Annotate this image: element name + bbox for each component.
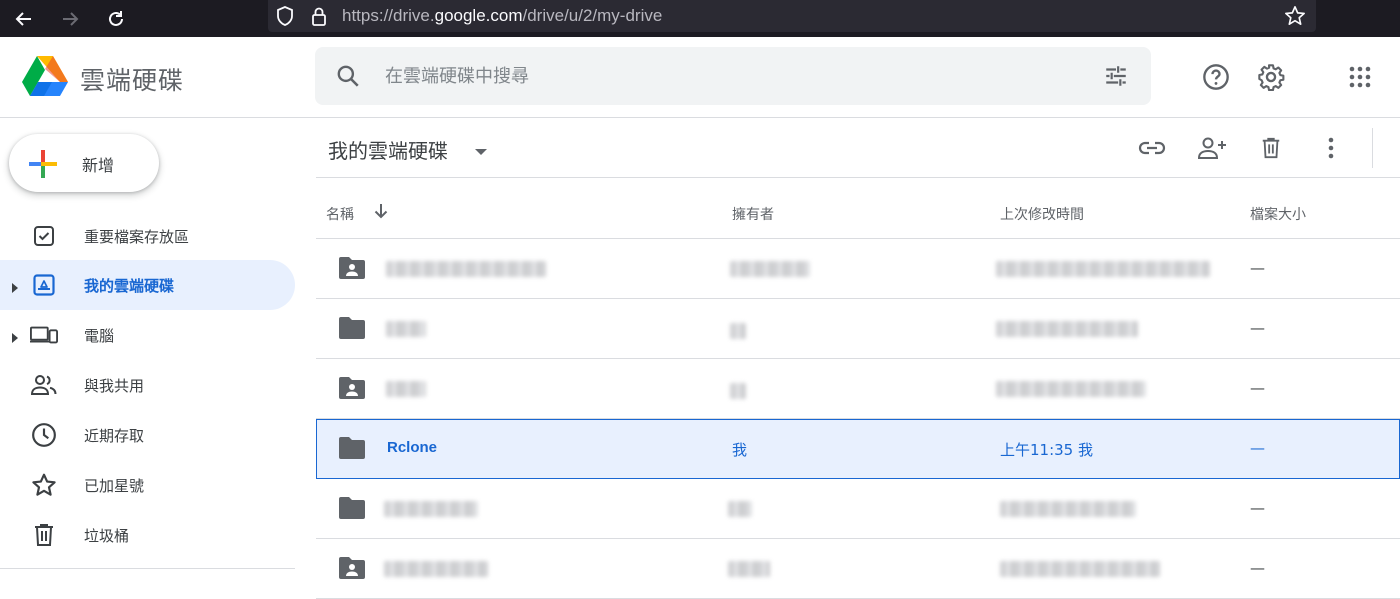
sidebar-divider [0, 568, 295, 569]
expand-caret-icon[interactable] [10, 279, 20, 293]
priority-check-icon [30, 223, 58, 249]
app-header: 雲端硬碟 [0, 37, 1400, 118]
redacted-owner [728, 561, 770, 577]
file-size: — [1250, 319, 1265, 337]
reload-icon[interactable] [96, 0, 136, 37]
computers-icon [30, 322, 58, 348]
apps-grid-icon[interactable] [1344, 61, 1376, 93]
redacted-name [384, 501, 478, 517]
help-icon[interactable] [1200, 61, 1232, 93]
redacted-owner [730, 261, 810, 277]
sidebar-item-computers[interactable]: 電腦 [0, 310, 295, 360]
sidebar-item-label: 垃圾桶 [84, 527, 130, 545]
redacted-owner [728, 501, 752, 517]
folder-icon [338, 496, 366, 520]
file-size: — [1250, 559, 1265, 577]
redacted-modified [1000, 561, 1160, 577]
table-row[interactable]: — [316, 479, 1400, 539]
expand-caret-icon[interactable] [10, 329, 20, 343]
back-arrow-icon[interactable] [4, 0, 44, 37]
redacted-modified [996, 381, 1146, 397]
redacted-owner [730, 383, 746, 399]
toolbar-divider [1372, 128, 1373, 168]
new-button-label: 新增 [82, 156, 115, 175]
settings-gear-icon[interactable] [1255, 61, 1287, 93]
file-size: — [1250, 499, 1265, 517]
folder-icon [338, 436, 366, 460]
redacted-owner [730, 323, 746, 339]
file-size: — [1250, 379, 1265, 397]
new-button[interactable]: 新增 [9, 134, 159, 192]
search-bar[interactable] [315, 47, 1151, 105]
url-bar[interactable]: https://drive.google.com/drive/u/2/my-dr… [268, 0, 1316, 32]
sidebar-item-label: 重要檔案存放區 [84, 228, 190, 246]
redacted-name [386, 321, 426, 337]
add-person-icon[interactable] [1196, 132, 1228, 164]
file-list-area: 我的雲端硬碟 名稱 擁有者 上次修改時間 檔案大小 — — — Rclone 我… [316, 118, 1400, 599]
url-text: https://drive.google.com/drive/u/2/my-dr… [342, 6, 663, 25]
shield-icon[interactable] [268, 0, 302, 32]
plus-icon [27, 148, 59, 180]
redacted-modified [1000, 501, 1136, 517]
folder-title[interactable]: 我的雲端硬碟 [328, 135, 448, 164]
drive-logo-icon[interactable] [22, 55, 68, 97]
table-row[interactable]: — [316, 299, 1400, 359]
sidebar-item-shared-with-me[interactable]: 與我共用 [0, 360, 295, 410]
folder-toolbar: 我的雲端硬碟 [316, 118, 1400, 178]
column-header-modified[interactable]: 上次修改時間 [1000, 204, 1084, 224]
redacted-modified [996, 321, 1138, 337]
star-icon [30, 472, 58, 498]
table-row-selected[interactable]: Rclone 我 上午11:35 我 — [316, 419, 1400, 479]
forward-arrow-icon[interactable] [50, 0, 90, 37]
sidebar-item-label: 電腦 [84, 327, 115, 345]
redacted-modified [996, 261, 1210, 277]
table-row[interactable]: — [316, 359, 1400, 419]
lock-icon[interactable] [302, 0, 336, 32]
sidebar-item-trash[interactable]: 垃圾桶 [0, 510, 295, 560]
search-icon[interactable] [335, 63, 361, 89]
sidebar-item-label: 近期存取 [84, 427, 145, 445]
redacted-name [386, 381, 426, 397]
trash-icon [30, 522, 58, 548]
browser-toolbar: https://drive.google.com/drive/u/2/my-dr… [0, 0, 1400, 37]
sidebar-item-recent[interactable]: 近期存取 [0, 410, 295, 460]
shared-folder-icon [338, 256, 366, 280]
redacted-name [386, 261, 546, 277]
column-header-owner[interactable]: 擁有者 [732, 204, 774, 224]
shared-folder-icon [338, 376, 366, 400]
sidebar-item-label: 與我共用 [84, 377, 145, 395]
link-icon[interactable] [1136, 132, 1168, 164]
more-vert-icon[interactable] [1315, 132, 1347, 164]
file-size: — [1250, 259, 1265, 277]
folder-icon [338, 316, 366, 340]
dropdown-caret-icon[interactable] [474, 142, 488, 155]
file-owner: 我 [732, 441, 748, 459]
sidebar-item-label: 已加星號 [84, 477, 145, 495]
column-header-name[interactable]: 名稱 [326, 204, 354, 224]
file-name[interactable]: Rclone [387, 439, 437, 456]
sidebar-item-priority[interactable]: 重要檔案存放區 [0, 211, 295, 261]
sidebar: 新增 重要檔案存放區 我的雲端硬碟 電腦 與我共用 近期存取 已加星號 垃圾桶 [0, 118, 296, 580]
sidebar-item-label: 我的雲端硬碟 [84, 277, 175, 295]
sidebar-item-my-drive[interactable]: 我的雲端硬碟 [0, 260, 295, 310]
search-options-icon[interactable] [1103, 63, 1129, 89]
redacted-name [384, 561, 488, 577]
search-input[interactable] [385, 61, 1085, 91]
file-modified: 上午11:35 我 [1000, 441, 1093, 459]
table-row[interactable]: — [316, 539, 1400, 599]
shared-people-icon [30, 372, 58, 398]
app-title[interactable]: 雲端硬碟 [80, 61, 184, 97]
clock-icon [30, 422, 58, 448]
shared-folder-icon [338, 556, 366, 580]
table-row[interactable]: — [316, 239, 1400, 299]
table-header: 名稱 擁有者 上次修改時間 檔案大小 [316, 178, 1400, 239]
file-size: — [1250, 439, 1265, 457]
sort-down-arrow-icon[interactable] [372, 202, 390, 220]
my-drive-icon [30, 272, 58, 298]
sidebar-item-starred[interactable]: 已加星號 [0, 460, 295, 510]
trash-icon[interactable] [1255, 132, 1287, 164]
column-header-size[interactable]: 檔案大小 [1250, 204, 1306, 224]
bookmark-star-icon[interactable] [1282, 3, 1308, 29]
